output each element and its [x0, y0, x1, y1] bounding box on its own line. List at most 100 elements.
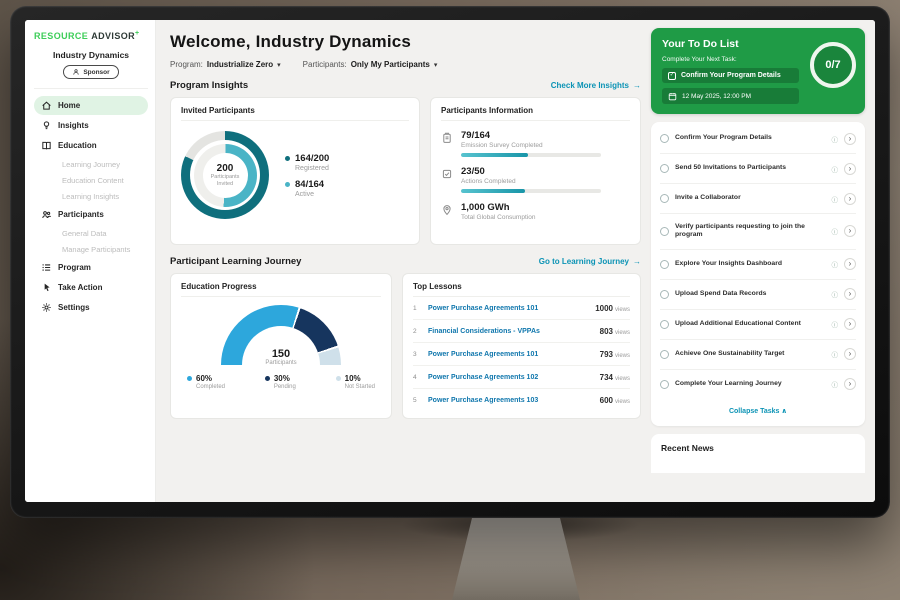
legend-label: Registered: [295, 165, 329, 172]
participants-filter-label: Participants:: [303, 60, 347, 69]
sidebar-item-label: Settings: [58, 303, 90, 312]
sidebar-divider: [34, 88, 148, 89]
filters-row: Program: Industrialize Zero ▾ Participan…: [170, 60, 641, 69]
task-item[interactable]: Invite a Collaborator ⓘ ›: [660, 184, 856, 214]
program-dropdown[interactable]: Program: Industrialize Zero ▾: [170, 60, 281, 69]
legend-pct: 30%: [274, 374, 290, 383]
task-item[interactable]: Upload Spend Data Records ⓘ ›: [660, 280, 856, 310]
task-item[interactable]: Confirm Your Program Details ⓘ ›: [660, 124, 856, 154]
legend-pct: 60%: [196, 374, 212, 383]
task-checkbox[interactable]: [660, 260, 669, 269]
task-checkbox[interactable]: [660, 134, 669, 143]
lesson-row: 5 Power Purchase Agreements 103 600views: [413, 389, 630, 411]
legend-label: Pending: [274, 384, 296, 390]
collapse-tasks-link[interactable]: Collapse Tasks ∧: [660, 399, 856, 424]
sidebar-item-education[interactable]: Education: [34, 136, 148, 155]
checkbox-icon[interactable]: ✓: [668, 72, 676, 80]
gauge-center-label: Participants: [221, 360, 341, 366]
todo-progress-count: 0/7: [825, 59, 840, 71]
sidebar-item-insights[interactable]: Insights: [34, 116, 148, 135]
task-checkbox[interactable]: [660, 290, 669, 299]
sponsor-badge-label: Sponsor: [83, 69, 109, 76]
chevron-right-icon[interactable]: ›: [844, 193, 856, 205]
gear-icon: [41, 302, 52, 313]
program-filter-value: Industrialize Zero: [207, 60, 273, 69]
recent-news-title: Recent News: [661, 443, 855, 453]
info-row-consumption: 1,000 GWh Total Global Consumption: [441, 202, 630, 221]
task-item[interactable]: Explore Your Insights Dashboard ⓘ ›: [660, 250, 856, 280]
chevron-right-icon[interactable]: ›: [844, 133, 856, 145]
task-item[interactable]: Upload Additional Educational Content ⓘ …: [660, 310, 856, 340]
sidebar-item-home[interactable]: Home: [34, 96, 148, 115]
sidebar-item-label: Take Action: [58, 283, 102, 292]
due-date-chip: 12 May 2025, 12:00 PM: [662, 88, 799, 104]
task-checkbox[interactable]: [660, 320, 669, 329]
sidebar-item-learning-insights[interactable]: Learning Insights: [34, 188, 148, 204]
task-checkbox[interactable]: [660, 350, 669, 359]
legend-dot: [187, 376, 192, 381]
task-checkbox[interactable]: [660, 164, 669, 173]
participants-filter-value: Only My Participants: [351, 60, 430, 69]
page-title: Welcome, Industry Dynamics: [170, 32, 641, 52]
sidebar-item-education-content[interactable]: Education Content: [34, 172, 148, 188]
task-checkbox[interactable]: [660, 194, 669, 203]
sponsor-badge: Sponsor: [63, 65, 118, 79]
legend-item-pending: 30% Pending: [265, 374, 296, 390]
info-icon: ⓘ: [832, 134, 839, 144]
check-more-insights-link[interactable]: Check More Insights →: [551, 81, 641, 90]
education-gauge-chart: 150 Participants: [221, 305, 341, 366]
sidebar-item-label: Home: [58, 101, 80, 110]
chevron-right-icon[interactable]: ›: [844, 378, 856, 390]
donut-center-label: Participants Invited: [203, 174, 248, 187]
chevron-right-icon[interactable]: ›: [844, 258, 856, 270]
arrow-right-icon: →: [633, 257, 641, 266]
lesson-row: 4 Power Purchase Agreements 102 734views: [413, 366, 630, 389]
sidebar-item-settings[interactable]: Settings: [34, 298, 148, 317]
sidebar-item-general-data[interactable]: General Data: [34, 225, 148, 241]
lightbulb-icon: [41, 120, 52, 131]
info-label: Emission Survey Completed: [461, 142, 601, 149]
sidebar-item-label: Education Content: [62, 176, 124, 185]
lesson-rank: 3: [413, 351, 421, 358]
info-value: 23/50: [461, 166, 601, 177]
chevron-right-icon[interactable]: ›: [844, 163, 856, 175]
sidebar-item-take-action[interactable]: Take Action: [34, 278, 148, 297]
task-checkbox[interactable]: [660, 380, 669, 389]
lesson-link[interactable]: Power Purchase Agreements 101: [428, 305, 588, 312]
app-window: RESOURCEADVISOR+ Industry Dynamics Spons…: [25, 20, 875, 502]
lesson-link[interactable]: Financial Considerations - VPPAs: [428, 328, 593, 335]
lesson-link[interactable]: Power Purchase Agreements 101: [428, 351, 593, 358]
chevron-right-icon[interactable]: ›: [844, 348, 856, 360]
task-item[interactable]: Achieve One Sustainability Target ⓘ ›: [660, 340, 856, 370]
invited-donut-inner-ring: 200 Participants Invited: [194, 144, 257, 207]
sidebar-item-label: Learning Insights: [62, 192, 119, 201]
info-row-survey: 79/164 Emission Survey Completed: [441, 130, 630, 157]
legend-label: Completed: [196, 384, 225, 390]
chevron-right-icon[interactable]: ›: [844, 318, 856, 330]
due-date-label: 12 May 2025, 12:00 PM: [682, 93, 751, 100]
lesson-link[interactable]: Power Purchase Agreements 103: [428, 397, 593, 404]
sidebar-item-label: General Data: [62, 229, 107, 238]
participants-dropdown[interactable]: Participants: Only My Participants ▾: [303, 60, 438, 69]
sidebar-item-label: Manage Participants: [62, 245, 130, 254]
sidebar-item-program[interactable]: Program: [34, 258, 148, 277]
sidebar-item-manage-participants[interactable]: Manage Participants: [34, 241, 148, 257]
legend-value: 164/200: [295, 153, 329, 164]
chevron-right-icon[interactable]: ›: [844, 288, 856, 300]
lesson-rank: 4: [413, 374, 421, 381]
lesson-link[interactable]: Power Purchase Agreements 102: [428, 374, 593, 381]
task-checkbox[interactable]: [660, 227, 669, 236]
info-label: Actions Completed: [461, 178, 601, 185]
invited-participants-card: Invited Participants 200 Participants In…: [170, 97, 420, 245]
sidebar-item-participants[interactable]: Participants: [34, 205, 148, 224]
next-task-chip[interactable]: ✓ Confirm Your Program Details: [662, 68, 799, 83]
info-value: 1,000 GWh: [461, 202, 535, 213]
go-to-learning-journey-link[interactable]: Go to Learning Journey →: [539, 257, 641, 266]
task-item[interactable]: Send 50 Invitations to Participants ⓘ ›: [660, 154, 856, 184]
task-item[interactable]: Verify participants requesting to join t…: [660, 214, 856, 250]
top-lessons-card: Top Lessons 1 Power Purchase Agreements …: [402, 273, 641, 419]
sidebar-item-learning-journey[interactable]: Learning Journey: [34, 156, 148, 172]
invited-legend: 164/200 Registered 84/164 Active: [285, 146, 329, 205]
chevron-right-icon[interactable]: ›: [844, 225, 856, 237]
task-item[interactable]: Complete Your Learning Journey ⓘ ›: [660, 370, 856, 399]
